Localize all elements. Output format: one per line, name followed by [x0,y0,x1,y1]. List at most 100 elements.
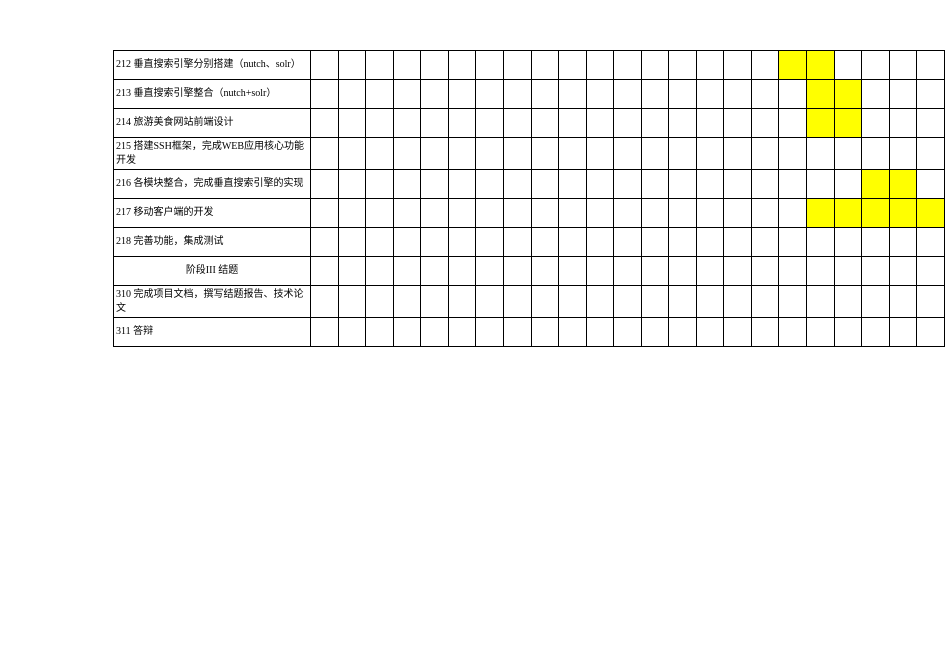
cell [311,170,339,199]
cell [751,318,779,347]
cell [338,109,366,138]
cell [751,80,779,109]
cell [614,286,642,318]
cell [806,138,834,170]
cell [614,109,642,138]
cell [696,138,724,170]
cell [559,199,587,228]
cell [862,318,890,347]
cell [586,199,614,228]
cell [338,199,366,228]
cell [531,170,559,199]
cell [696,109,724,138]
cell [586,228,614,257]
cell [586,80,614,109]
cell [724,80,752,109]
cell [641,257,669,286]
cell [503,80,531,109]
cell [641,109,669,138]
cell [338,80,366,109]
cell [503,257,531,286]
cell [669,109,697,138]
cell [503,318,531,347]
cell [476,138,504,170]
cell [862,109,890,138]
cell [586,138,614,170]
cell [559,109,587,138]
cell [614,80,642,109]
cell [779,318,807,347]
table-row: 214 旅游美食网站前端设计 [114,109,945,138]
cell [476,286,504,318]
cell [448,138,476,170]
cell [366,80,394,109]
cell [366,228,394,257]
cell [366,199,394,228]
cell [641,286,669,318]
cell [366,257,394,286]
cell-highlight [806,109,834,138]
cell [696,318,724,347]
cell [393,138,421,170]
cell [366,138,394,170]
cell-highlight [834,199,862,228]
cell [669,51,697,80]
cell [559,51,587,80]
cell [393,80,421,109]
cell [724,228,752,257]
table-row: 310 完成项目文档，撰写结题报告、技术论文 [114,286,945,318]
cell [751,51,779,80]
cell [448,199,476,228]
cell [862,286,890,318]
cell [559,228,587,257]
cell [421,318,449,347]
cell [614,257,642,286]
cell [669,199,697,228]
cell [641,170,669,199]
cell [669,170,697,199]
cell [724,51,752,80]
table-row: 215 搭建SSH框架，完成WEB应用核心功能开发 [114,138,945,170]
cell [503,51,531,80]
cell [889,138,917,170]
cell-highlight [862,170,890,199]
cell [779,109,807,138]
cell [338,286,366,318]
cell [531,80,559,109]
cell [779,286,807,318]
cell [586,170,614,199]
table-row: 217 移动客户端的开发 [114,199,945,228]
cell [834,228,862,257]
cell [366,286,394,318]
task-label-218: 218 完善功能，集成测试 [114,228,311,257]
cell [862,228,890,257]
cell [476,80,504,109]
cell [834,170,862,199]
cell-highlight [834,109,862,138]
cell [448,109,476,138]
cell-highlight [889,199,917,228]
cell [751,286,779,318]
task-label-215: 215 搭建SSH框架，完成WEB应用核心功能开发 [114,138,311,170]
cell [779,170,807,199]
cell [751,257,779,286]
cell [531,109,559,138]
cell [476,170,504,199]
cell [448,228,476,257]
cell [669,138,697,170]
cell [917,286,945,318]
cell [779,138,807,170]
cell [338,228,366,257]
cell [448,51,476,80]
cell [503,199,531,228]
cell-highlight [806,80,834,109]
cell-highlight [889,170,917,199]
cell [366,109,394,138]
cell-highlight [806,51,834,80]
cell-highlight [834,80,862,109]
cell [917,257,945,286]
cell [311,199,339,228]
cell [724,138,752,170]
cell [586,109,614,138]
cell [476,257,504,286]
